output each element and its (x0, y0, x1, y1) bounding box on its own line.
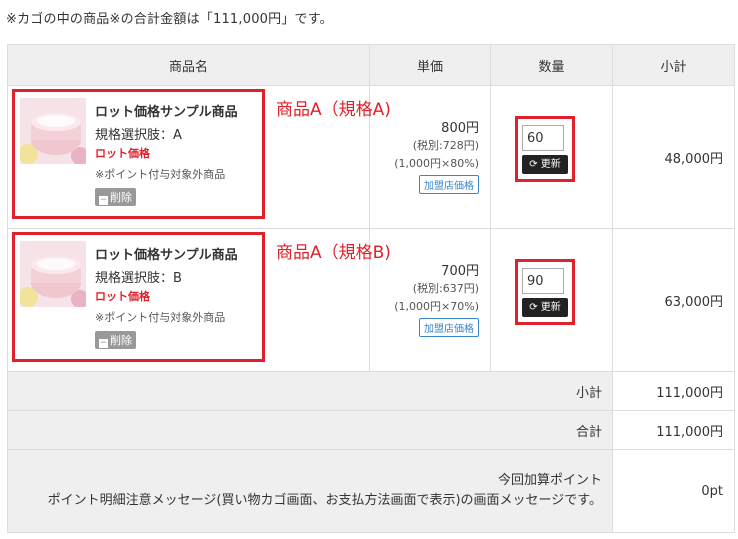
update-button[interactable]: ⟳ 更新 (522, 155, 568, 174)
quantity-input[interactable] (522, 268, 564, 294)
product-spec: 規格選択肢：A (95, 128, 182, 143)
lot-price-label: ロット価格 (95, 290, 150, 303)
product-image[interactable] (20, 241, 86, 307)
price-rate: (1,000円×70%) (394, 300, 479, 313)
subtotal-value: 111,000円 (612, 371, 735, 411)
row-subtotal: 48,000円 (612, 85, 735, 229)
price-cell: 800円 (税別:728円) (1,000円×80%) 加盟店価格 (369, 85, 491, 229)
point-note: ※ポイント付与対象外商品 (95, 311, 226, 324)
points-label: 今回加算ポイント ポイント明細注意メッセージ(買い物カゴ画面、お支払方法画面で表… (7, 449, 613, 533)
delete-button[interactable]: − 削除 (95, 188, 136, 206)
price-cell: 700円 (税別:637円) (1,000円×70%) 加盟店価格 (369, 228, 491, 372)
update-button[interactable]: ⟳ 更新 (522, 298, 568, 317)
cart-row: ロット価格サンプル商品 規格選択肢：A ロット価格 ※ポイント付与対象外商品 −… (7, 85, 735, 229)
cart-total-notice: ※カゴの中の商品※の合計金額は「111,000円」です。 (6, 12, 333, 27)
minus-icon: − (99, 338, 108, 348)
product-name[interactable]: ロット価格サンプル商品 (95, 244, 238, 263)
update-label: 更新 (540, 302, 561, 313)
member-price-tag: 加盟店価格 (419, 318, 479, 337)
delete-button[interactable]: − 削除 (95, 331, 136, 349)
header-product: 商品名 (7, 44, 370, 86)
header-qty: 数量 (490, 44, 613, 86)
minus-icon: − (99, 195, 108, 205)
product-image[interactable] (20, 98, 86, 164)
quantity-input[interactable] (522, 125, 564, 151)
row-subtotal: 63,000円 (612, 228, 735, 372)
header-subtotal: 小計 (612, 44, 735, 86)
update-label: 更新 (540, 159, 561, 170)
lot-price-label: ロット価格 (95, 147, 150, 160)
price-excl-tax: (税別:637円) (412, 282, 479, 295)
refresh-icon: ⟳ (529, 159, 538, 170)
points-title: 今回加算ポイント (497, 473, 602, 488)
price-excl-tax: (税別:728円) (412, 139, 479, 152)
product-cell: ロット価格サンプル商品 規格選択肢：A ロット価格 ※ポイント付与対象外商品 −… (7, 85, 391, 229)
refresh-icon: ⟳ (529, 302, 538, 313)
product-spec: 規格選択肢：B (95, 271, 182, 286)
qty-cell: ⟳ 更新 (490, 228, 613, 372)
member-price-tag: 加盟店価格 (419, 175, 479, 194)
total-row: 合計 111,000円 (7, 410, 735, 450)
unit-price: 700円 (441, 264, 479, 279)
product-cell: ロット価格サンプル商品 規格選択肢：B ロット価格 ※ポイント付与対象外商品 −… (7, 228, 391, 372)
total-label: 合計 (7, 410, 613, 450)
point-note: ※ポイント付与対象外商品 (95, 168, 226, 181)
delete-label: 削除 (110, 334, 132, 347)
points-row: 今回加算ポイント ポイント明細注意メッセージ(買い物カゴ画面、お支払方法画面で表… (7, 449, 735, 533)
delete-label: 削除 (110, 191, 132, 204)
points-message: ポイント明細注意メッセージ(買い物カゴ画面、お支払方法画面で表示)の画面メッセー… (47, 493, 602, 508)
points-value: 0pt (612, 449, 735, 533)
cart-row: ロット価格サンプル商品 規格選択肢：B ロット価格 ※ポイント付与対象外商品 −… (7, 228, 735, 372)
subtotal-label: 小計 (7, 371, 613, 411)
unit-price: 800円 (441, 121, 479, 136)
total-value: 111,000円 (612, 410, 735, 450)
price-rate: (1,000円×80%) (394, 157, 479, 170)
cart-table: 商品名 単価 数量 小計 ロット価格サンプル商品 規格選択肢：A ロット価格 ※… (7, 44, 735, 533)
table-header-row: 商品名 単価 数量 小計 (7, 44, 735, 86)
header-price: 単価 (369, 44, 491, 86)
subtotal-row: 小計 111,000円 (7, 371, 735, 411)
qty-cell: ⟳ 更新 (490, 85, 613, 229)
product-name[interactable]: ロット価格サンプル商品 (95, 101, 238, 120)
